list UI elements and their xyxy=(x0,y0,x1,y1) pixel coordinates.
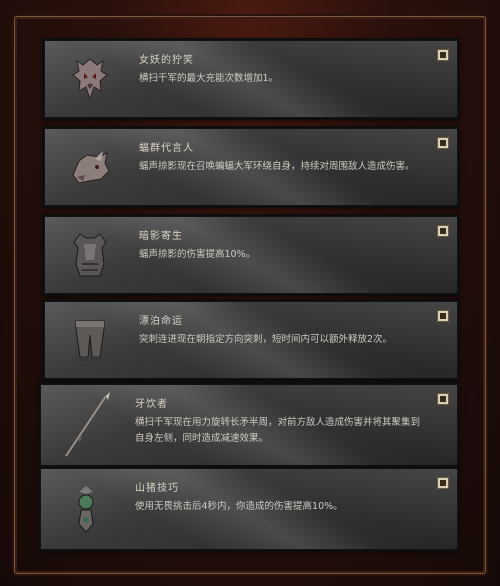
aspect-card[interactable]: 山猪技巧 使用无畏挑击后4秒内，你造成的伤害提高10%。 xyxy=(40,468,458,550)
spear-icon xyxy=(41,385,131,465)
aspect-title: 女妖的狞笑 xyxy=(139,55,194,66)
aspect-description: 横扫千军现在用力旋转长矛半周，对前方敌人造成伤害并将其聚集到自身左侧，同时造成减… xyxy=(135,417,421,444)
info-icon[interactable] xyxy=(437,137,449,149)
aspect-description: 使用无畏挑击后4秒内，你造成的伤害提高10%。 xyxy=(135,501,343,512)
info-icon[interactable] xyxy=(437,225,449,237)
leg-armor-icon xyxy=(45,302,135,378)
aspect-description: 蝠声掠影现在召唤蝙蝠大军环绕自身，持续对周围敌人造成伤害。 xyxy=(139,161,415,172)
aspect-title: 漂泊命运 xyxy=(139,316,183,327)
aspect-card[interactable]: 女妖的狞笑 横扫千军的最大充能次数增加1。 xyxy=(44,40,458,118)
chest-armor-icon xyxy=(45,217,135,293)
aspect-description: 突刺连进现在朝指定方向突刺，短时间内可以额外释放2次。 xyxy=(139,334,393,345)
amulet-icon xyxy=(41,469,131,549)
aspect-description: 蝠声掠影的伤害提高10%。 xyxy=(139,249,256,260)
aspect-title: 山猪技巧 xyxy=(135,483,179,494)
aspect-title: 蝠群代言人 xyxy=(139,143,194,154)
info-icon[interactable] xyxy=(437,393,449,405)
aspect-card[interactable]: 漂泊命运 突刺连进现在朝指定方向突刺，短时间内可以额外释放2次。 xyxy=(44,301,458,379)
aspect-title: 暗影寄生 xyxy=(139,231,183,242)
aspect-card[interactable]: 暗影寄生 蝠声掠影的伤害提高10%。 xyxy=(44,216,458,294)
demon-mask-icon xyxy=(45,41,135,117)
aspect-title: 牙饮者 xyxy=(135,399,168,410)
aspect-card[interactable]: 蝠群代言人 蝠声掠影现在召唤蝙蝠大军环绕自身，持续对周围敌人造成伤害。 xyxy=(44,128,458,206)
info-icon[interactable] xyxy=(437,49,449,61)
aspect-description: 横扫千军的最大充能次数增加1。 xyxy=(139,73,279,84)
info-icon[interactable] xyxy=(437,310,449,322)
beast-head-icon xyxy=(45,129,135,205)
info-icon[interactable] xyxy=(437,477,449,489)
aspect-card[interactable]: 牙饮者 横扫千军现在用力旋转长矛半周，对前方敌人造成伤害并将其聚集到自身左侧，同… xyxy=(40,384,458,466)
